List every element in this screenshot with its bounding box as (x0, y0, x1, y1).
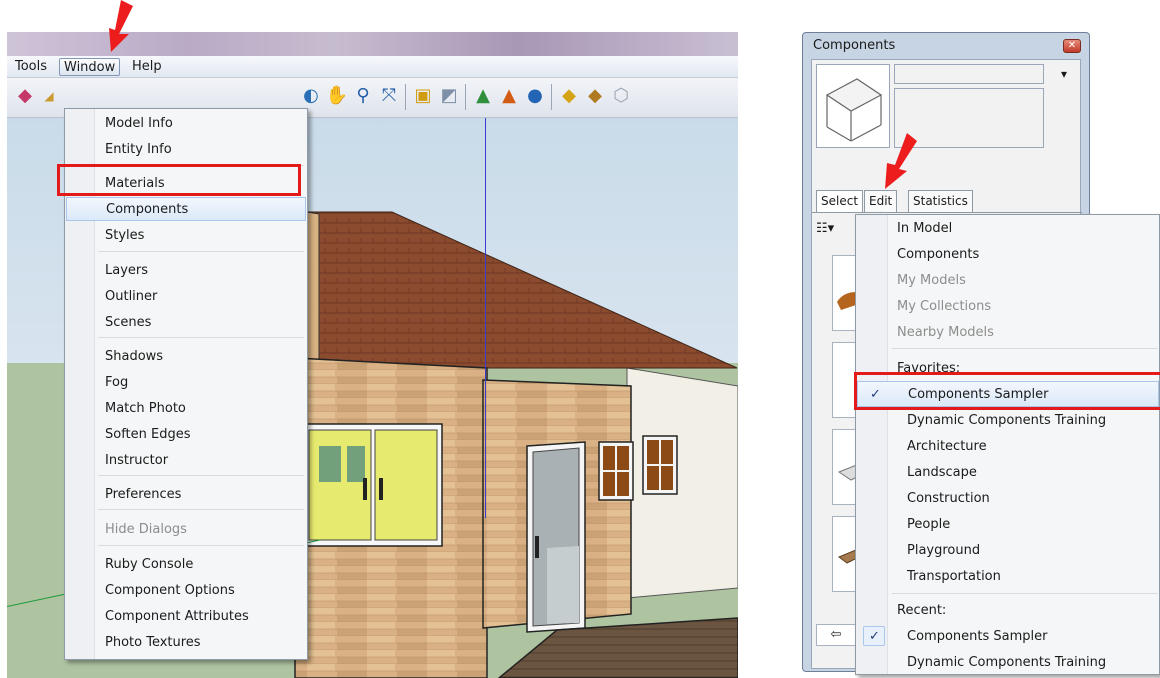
menu-separator (98, 251, 304, 252)
menu-item-component-options[interactable]: Component Options (66, 579, 306, 603)
menu-bar: Tools Window Help (7, 56, 738, 78)
menu-item-match-photo[interactable]: Match Photo (66, 397, 306, 421)
menu-item-outliner[interactable]: Outliner (66, 285, 306, 309)
menu-item-recent-dynamic-components-training[interactable]: Dynamic Components Training (857, 650, 1159, 674)
dynamic-component-icon[interactable]: ⬡ (609, 84, 633, 108)
menu-tools[interactable]: Tools (11, 58, 51, 76)
toolbar-separator (465, 84, 466, 110)
menu-item-construction[interactable]: Construction (857, 486, 1159, 512)
sketchup-window: Tools Window Help ◆ ◢ ◐ ✋ ⚲ ⤧ ▣ ◩ ▲ ▲ ● … (7, 32, 738, 678)
blue-axis (485, 118, 486, 518)
menu-item-hide-dialogs: Hide Dialogs (105, 522, 187, 537)
dialog-title: Components (813, 38, 896, 53)
menu-separator (98, 545, 304, 546)
component-get-icon[interactable]: ◆ (557, 84, 581, 108)
menu-item-model-info[interactable]: Model Info (66, 112, 306, 136)
orbit-icon[interactable]: ◐ (299, 84, 323, 108)
display-secondary-pane-icon[interactable]: ▾ (1056, 64, 1072, 84)
get-models-icon[interactable]: ▲ (471, 84, 495, 108)
menu-item-component-attributes[interactable]: Component Attributes (66, 605, 306, 629)
menu-item-photo-textures[interactable]: Photo Textures (66, 631, 306, 655)
menu-item-layers[interactable]: Layers (66, 259, 306, 283)
zoom-icon[interactable]: ⚲ (351, 84, 375, 108)
share-model-icon[interactable]: ▲ (497, 84, 521, 108)
toolbar-separator (551, 84, 552, 110)
menu-item-people[interactable]: People (857, 512, 1159, 538)
menu-item-components[interactable]: Components (66, 197, 306, 221)
menu-item-shadows[interactable]: Shadows (66, 345, 306, 369)
menu-item-in-model[interactable]: In Model (857, 216, 1159, 242)
menu-item-nearby-models: Nearby Models (897, 325, 994, 340)
eraser-icon[interactable]: ◆ (13, 84, 37, 108)
menu-item-styles[interactable]: Styles (66, 224, 306, 248)
recent-heading: Recent: (897, 603, 947, 618)
menu-item-recent-components-sampler[interactable]: ✓ Components Sampler (857, 624, 1159, 650)
menu-item-dynamic-components-training[interactable]: Dynamic Components Training (857, 408, 1159, 434)
paint-bucket-icon[interactable]: ◢ (37, 84, 61, 108)
tab-divider (812, 212, 1082, 213)
menu-item-entity-info[interactable]: Entity Info (66, 138, 306, 162)
component-share-icon[interactable]: ◆ (583, 84, 607, 108)
next-view-icon[interactable]: ◩ (437, 84, 461, 108)
pointer-arrow-icon (109, 0, 133, 52)
menu-item-components[interactable]: Components (857, 242, 1159, 268)
menu-item-soften-edges[interactable]: Soften Edges (66, 423, 306, 447)
close-icon[interactable]: ✕ (1063, 39, 1081, 53)
menu-item-playground[interactable]: Playground (857, 538, 1159, 564)
highlight-box (57, 164, 301, 196)
collections-dropdown: In Model Components My Models My Collect… (855, 214, 1160, 675)
menu-help[interactable]: Help (128, 58, 166, 76)
view-options-icon[interactable]: ☷▾ (816, 221, 834, 236)
menu-window[interactable]: Window (59, 58, 121, 76)
highlight-box (854, 372, 1160, 410)
pan-icon[interactable]: ✋ (325, 84, 349, 108)
menu-item-preferences[interactable]: Preferences (66, 483, 306, 507)
menu-separator (892, 348, 1158, 349)
menu-item-my-models: My Models (897, 273, 966, 288)
back-icon[interactable]: ⇦ (816, 624, 856, 646)
menu-item-label: Components Sampler (907, 629, 1048, 644)
tab-edit[interactable]: Edit (864, 190, 898, 212)
menu-item-ruby-console[interactable]: Ruby Console (66, 553, 306, 577)
zoom-extents-icon[interactable]: ⤧ (377, 84, 401, 108)
menu-item-my-collections: My Collections (897, 299, 992, 314)
checkmark-icon: ✓ (869, 629, 880, 644)
pointer-arrow-icon (885, 133, 917, 189)
menu-item-transportation[interactable]: Transportation (857, 564, 1159, 590)
menu-separator (98, 475, 304, 476)
tab-statistics[interactable]: Statistics (908, 190, 973, 212)
menu-separator (98, 509, 304, 510)
menu-item-instructor[interactable]: Instructor (66, 449, 306, 473)
menu-item-scenes[interactable]: Scenes (66, 311, 306, 335)
menu-item-fog[interactable]: Fog (66, 371, 306, 395)
previous-view-icon[interactable]: ▣ (411, 84, 435, 108)
toolbar-separator (405, 84, 406, 110)
menu-separator (98, 337, 304, 338)
menu-item-architecture[interactable]: Architecture (857, 434, 1159, 460)
component-name-field[interactable] (894, 64, 1044, 84)
menu-item-landscape[interactable]: Landscape (857, 460, 1159, 486)
tab-select[interactable]: Select (816, 190, 864, 212)
menu-separator (892, 593, 1158, 594)
google-earth-icon[interactable]: ● (523, 84, 547, 108)
